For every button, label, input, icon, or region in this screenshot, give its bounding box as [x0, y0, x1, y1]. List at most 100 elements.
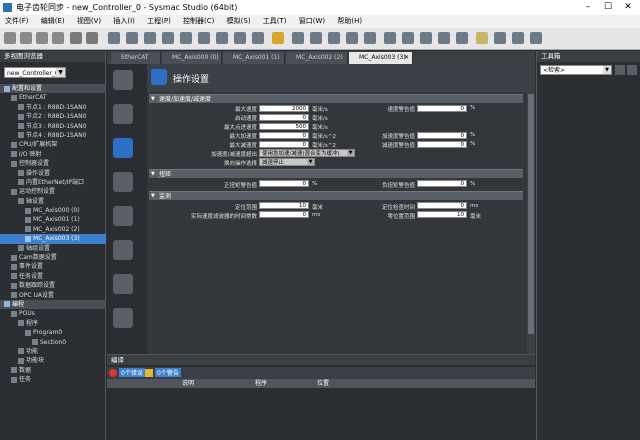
step-icon[interactable] — [364, 32, 376, 44]
monitor-icon[interactable] — [216, 32, 228, 44]
other-operation-settings-icon[interactable] — [113, 172, 133, 192]
tree-item[interactable]: 节点1 : R88D-1SAN0 — [0, 103, 106, 112]
tree-item[interactable]: Program0 — [0, 328, 106, 337]
column-description[interactable]: 说明 — [182, 379, 194, 388]
tree-item[interactable]: 任务 — [0, 375, 106, 384]
warning-filter[interactable]: 0个警告 — [155, 368, 181, 377]
in-pos-check-time-input[interactable]: 0 — [417, 202, 467, 209]
accel-exceed-select[interactable]: 使用急加速/减速(混合变为缓冲) ▼ — [259, 149, 355, 157]
tree-item[interactable]: 功能 — [0, 347, 106, 356]
homing-settings-icon[interactable] — [113, 240, 133, 260]
tree-item[interactable]: 操作设置 — [0, 169, 106, 178]
menu-simulation[interactable]: 模拟(S) — [222, 15, 256, 28]
axis-basic-settings-icon[interactable] — [113, 70, 133, 90]
error-filter[interactable]: 0个错误 — [119, 368, 145, 377]
chevron-down-icon[interactable]: ▼ — [347, 150, 354, 156]
chevron-down-icon[interactable]: ▼ — [307, 159, 314, 165]
max-velocity-input[interactable]: 2000 — [259, 105, 309, 112]
section-velocity[interactable]: ▼ 速度/加速度/减速度 — [149, 94, 523, 103]
start-velocity-input[interactable]: 0 — [259, 114, 309, 121]
menu-edit[interactable]: 编辑(E) — [36, 15, 70, 28]
decel-warn-input[interactable]: 0 — [417, 141, 467, 148]
undo-icon[interactable] — [70, 32, 82, 44]
menu-window[interactable]: 窗口(W) — [294, 15, 330, 28]
search-icon[interactable] — [627, 65, 637, 75]
tab-mc-axis000[interactable]: MC_Axis000 (0) — [162, 52, 222, 64]
tab-mc-axis003[interactable]: MC_Axis003 (3) ✕ — [349, 52, 413, 64]
menu-controller[interactable]: 控制器(C) — [178, 15, 219, 28]
tree-item[interactable]: MC_Axis001 (1) — [0, 215, 106, 224]
tree-item[interactable]: 数据跟踪设置 — [0, 281, 106, 290]
actual-vel-filter-input[interactable]: 0 — [259, 211, 309, 218]
cut-icon[interactable] — [4, 32, 16, 44]
position-count-icon[interactable] — [113, 274, 133, 294]
build-icon[interactable] — [126, 32, 138, 44]
minimize-button[interactable]: – — [578, 0, 598, 15]
maximize-button[interactable]: ☐ — [598, 0, 618, 15]
lock-icon[interactable] — [476, 32, 488, 44]
column-program[interactable]: 程序 — [255, 379, 267, 388]
collapse-icon[interactable]: ▼ — [151, 95, 155, 104]
servo-drive-icon[interactable] — [113, 308, 133, 328]
layout-icon[interactable] — [494, 32, 506, 44]
tree-item[interactable]: Cam数据设置 — [0, 253, 106, 262]
max-decel-input[interactable]: 0 — [259, 141, 309, 148]
paste-icon[interactable] — [36, 32, 48, 44]
watch-icon[interactable] — [234, 32, 246, 44]
filter-icon[interactable] — [615, 65, 625, 75]
warning-icon[interactable] — [272, 32, 284, 44]
accel-warn-input[interactable]: 0 — [417, 132, 467, 139]
window-icon[interactable] — [512, 32, 524, 44]
tree-item[interactable]: 事件设置 — [0, 262, 106, 271]
close-tab-icon[interactable]: ✕ — [404, 52, 409, 64]
tree-item[interactable]: OPC UA设置 — [0, 291, 106, 300]
operation-settings-icon[interactable] — [113, 138, 133, 158]
editor-scrollbar[interactable] — [527, 92, 535, 354]
online-icon[interactable] — [144, 32, 156, 44]
tab-ethercat[interactable]: EtherCAT — [111, 52, 161, 64]
scrollbar-thumb[interactable] — [528, 94, 534, 334]
io-icon[interactable] — [438, 32, 450, 44]
tree-item[interactable]: 控制器设置 — [0, 159, 106, 168]
stop-icon[interactable] — [346, 32, 358, 44]
tree-item[interactable]: 轴设置 — [0, 197, 106, 206]
compare-icon[interactable] — [198, 32, 210, 44]
tree-item[interactable]: I/O 映射 — [0, 150, 106, 159]
section-monitor[interactable]: ▼ 监测 — [149, 191, 523, 200]
tree-item[interactable]: 节点3 : R88D-1SAN0 — [0, 122, 106, 131]
section-torque[interactable]: ▼ 扭矩 — [149, 169, 523, 178]
copy-icon[interactable] — [20, 32, 32, 44]
collapse-icon[interactable]: ▼ — [151, 170, 155, 179]
limit-settings-icon[interactable] — [113, 206, 133, 226]
delete-icon[interactable] — [52, 32, 64, 44]
tree-item[interactable]: 内置EtherNet/IP端口 — [0, 178, 106, 187]
tree-item[interactable]: 运动控制设置 — [0, 187, 106, 196]
sync-icon[interactable] — [108, 32, 120, 44]
chevron-down-icon[interactable]: ▼ — [56, 68, 65, 77]
toolbox-search-input[interactable]: <检索> ▼ — [540, 65, 612, 75]
tree-item[interactable]: 数据 — [0, 366, 106, 375]
menu-insert[interactable]: 插入(I) — [108, 15, 140, 28]
cam-icon[interactable] — [420, 32, 432, 44]
axis-icon[interactable] — [402, 32, 414, 44]
memory-icon[interactable] — [456, 32, 468, 44]
tree-item[interactable]: MC_Axis002 (2) — [0, 225, 106, 234]
controller-select[interactable]: new_Controller_0 ▼ — [4, 67, 66, 78]
menu-file[interactable]: 文件(F) — [0, 15, 34, 28]
tree-section[interactable]: 配置和设置 — [0, 84, 106, 94]
pos-torque-warn-input[interactable]: 0 — [259, 180, 309, 187]
trace-icon[interactable] — [384, 32, 396, 44]
search-icon[interactable] — [252, 32, 264, 44]
tab-mc-axis001[interactable]: MC_Axis001 (1) — [223, 52, 285, 64]
tree-item[interactable]: 节点2 : R88D-1SAN0 — [0, 112, 106, 121]
run-icon[interactable] — [328, 32, 340, 44]
tree-item[interactable]: MC_Axis003 (3) — [0, 234, 106, 244]
collapse-icon[interactable]: ▼ — [151, 192, 155, 201]
zero-pos-range-input[interactable]: 10 — [417, 211, 467, 218]
tree-item[interactable]: CPU/扩展机架 — [0, 140, 106, 149]
column-location[interactable]: 位置 — [317, 379, 329, 388]
tree-item[interactable]: 节点4 : R88D-1SAN0 — [0, 131, 106, 140]
tree-item[interactable]: 程序 — [0, 319, 106, 328]
zoom-icon[interactable] — [292, 32, 304, 44]
close-button[interactable]: ✕ — [618, 0, 638, 15]
